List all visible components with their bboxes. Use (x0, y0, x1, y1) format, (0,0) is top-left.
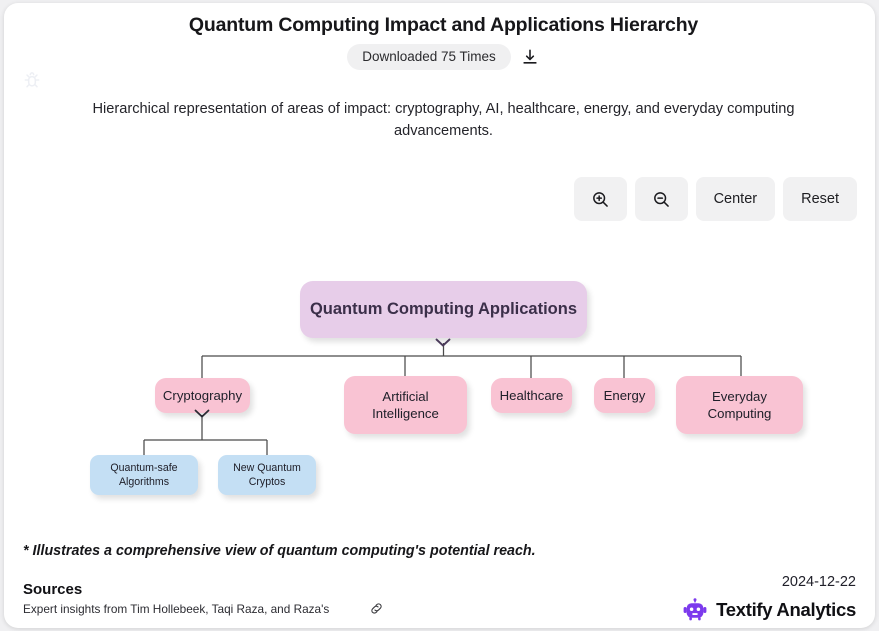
tree-node-root[interactable]: Quantum Computing Applications (300, 281, 587, 338)
chevron-down-icon[interactable] (434, 335, 452, 347)
tree-node-label: Cryptography (162, 388, 243, 403)
sources-text: Expert insights from Tim Hollebeek, Taqi… (23, 601, 330, 616)
sources-row: Expert insights from Tim Hollebeek, Taqi… (23, 601, 384, 616)
zoom-out-icon (651, 189, 671, 209)
tree-node-label: Everyday Computing (707, 389, 772, 421)
tree-node-label: Energy (603, 388, 646, 403)
download-row: Downloaded 75 Times (4, 44, 875, 70)
link-icon[interactable] (369, 601, 384, 616)
hierarchy-diagram[interactable]: Quantum Computing Applications Cryptogra… (4, 243, 875, 523)
page-title: Quantum Computing Impact and Application… (188, 14, 699, 36)
diagram-toolbar: Center Reset (573, 177, 857, 221)
center-button[interactable]: Center (695, 177, 776, 221)
brand: Textify Analytics (683, 598, 856, 622)
download-count-badge: Downloaded 75 Times (347, 44, 511, 70)
bug-icon (22, 69, 42, 91)
tree-node-new-quantum-cryptos[interactable]: New Quantum Cryptos (218, 455, 316, 495)
tree-node-energy[interactable]: Energy (594, 378, 655, 413)
sources-heading: Sources (23, 581, 83, 598)
report-card: Quantum Computing Impact and Application… (4, 3, 875, 628)
tree-node-label: Healthcare (499, 388, 564, 403)
download-icon[interactable] (520, 47, 540, 67)
report-date: 2024-12-22 (781, 574, 856, 590)
tree-node-label: Artificial Intelligence (372, 389, 439, 421)
brand-name: Textify Analytics (716, 599, 856, 620)
zoom-out-button[interactable] (634, 177, 688, 221)
reset-button[interactable]: Reset (783, 177, 857, 221)
zoom-in-icon (590, 189, 610, 209)
robot-icon (683, 598, 707, 622)
zoom-in-button[interactable] (573, 177, 627, 221)
tree-node-artificial-intelligence[interactable]: Artificial Intelligence (344, 376, 467, 434)
page-subtitle: Hierarchical representation of areas of … (92, 101, 795, 139)
chevron-down-icon[interactable] (193, 406, 211, 418)
tree-node-label: Quantum Computing Applications (309, 300, 578, 318)
tree-node-healthcare[interactable]: Healthcare (491, 378, 572, 413)
tree-node-label: New Quantum Cryptos (233, 462, 301, 488)
tree-node-quantum-safe-algorithms[interactable]: Quantum-safe Algorithms (90, 455, 198, 495)
tree-node-everyday-computing[interactable]: Everyday Computing (676, 376, 803, 434)
tree-node-label: Quantum-safe Algorithms (110, 462, 178, 488)
footnote: * Illustrates a comprehensive view of qu… (23, 543, 536, 559)
